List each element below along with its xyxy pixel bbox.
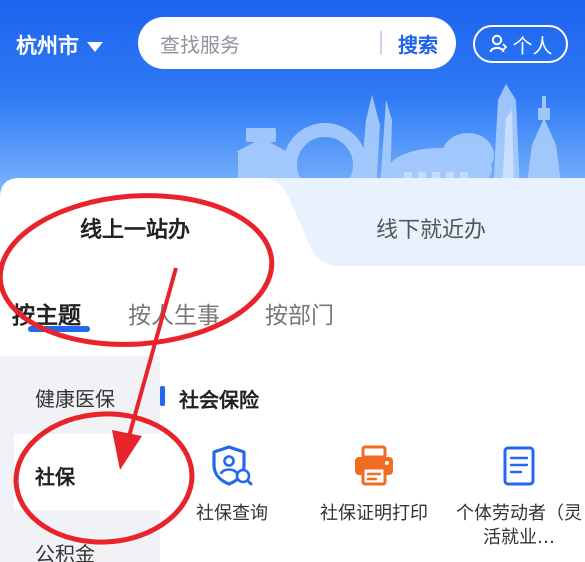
printer-icon: [355, 445, 393, 486]
service-content: 社会保险 社保查询 社保证明打印 个体劳动者（灵活就业…: [160, 356, 585, 562]
sidebar-item-health-insurance[interactable]: 健康医保: [35, 383, 115, 412]
service-social-security-certificate-print[interactable]: 社保证明打印: [304, 444, 444, 526]
segment-by-department[interactable]: 按部门: [265, 296, 334, 330]
section-marker: [160, 386, 165, 406]
caret-down-icon: [87, 41, 103, 52]
service-label: 社保证明打印: [320, 503, 428, 524]
personal-label: 个人: [512, 33, 553, 58]
city-label: 杭州市: [16, 34, 79, 58]
document-icon: [503, 446, 535, 486]
person-icon: [489, 34, 507, 53]
section-title: 社会保险: [179, 388, 259, 412]
segment-active-indicator: [28, 326, 90, 332]
shield-search-icon: [212, 445, 253, 486]
search-input[interactable]: 查找服务: [160, 29, 380, 58]
tab-offline[interactable]: 线下就近办: [376, 212, 486, 244]
search-button[interactable]: 搜索: [382, 29, 456, 58]
city-selector[interactable]: 杭州市: [16, 30, 103, 60]
service-flexible-employment[interactable]: 个体劳动者（灵活就业…: [454, 444, 584, 550]
sidebar-item-social-security[interactable]: 社保: [35, 461, 75, 490]
service-label: 社保查询: [196, 503, 268, 524]
personal-button[interactable]: 个人: [473, 25, 568, 63]
service-social-security-query[interactable]: 社保查询: [162, 444, 302, 526]
segment-by-life-event[interactable]: 按人生事: [128, 296, 220, 330]
service-label: 个体劳动者（灵活就业…: [456, 503, 582, 548]
segment-by-theme[interactable]: 按主题: [12, 296, 81, 330]
search-bar[interactable]: 查找服务 搜索: [138, 17, 456, 69]
tab-online[interactable]: 线上一站办: [80, 212, 190, 244]
sidebar-item-housing-fund[interactable]: 公积金: [35, 538, 95, 562]
